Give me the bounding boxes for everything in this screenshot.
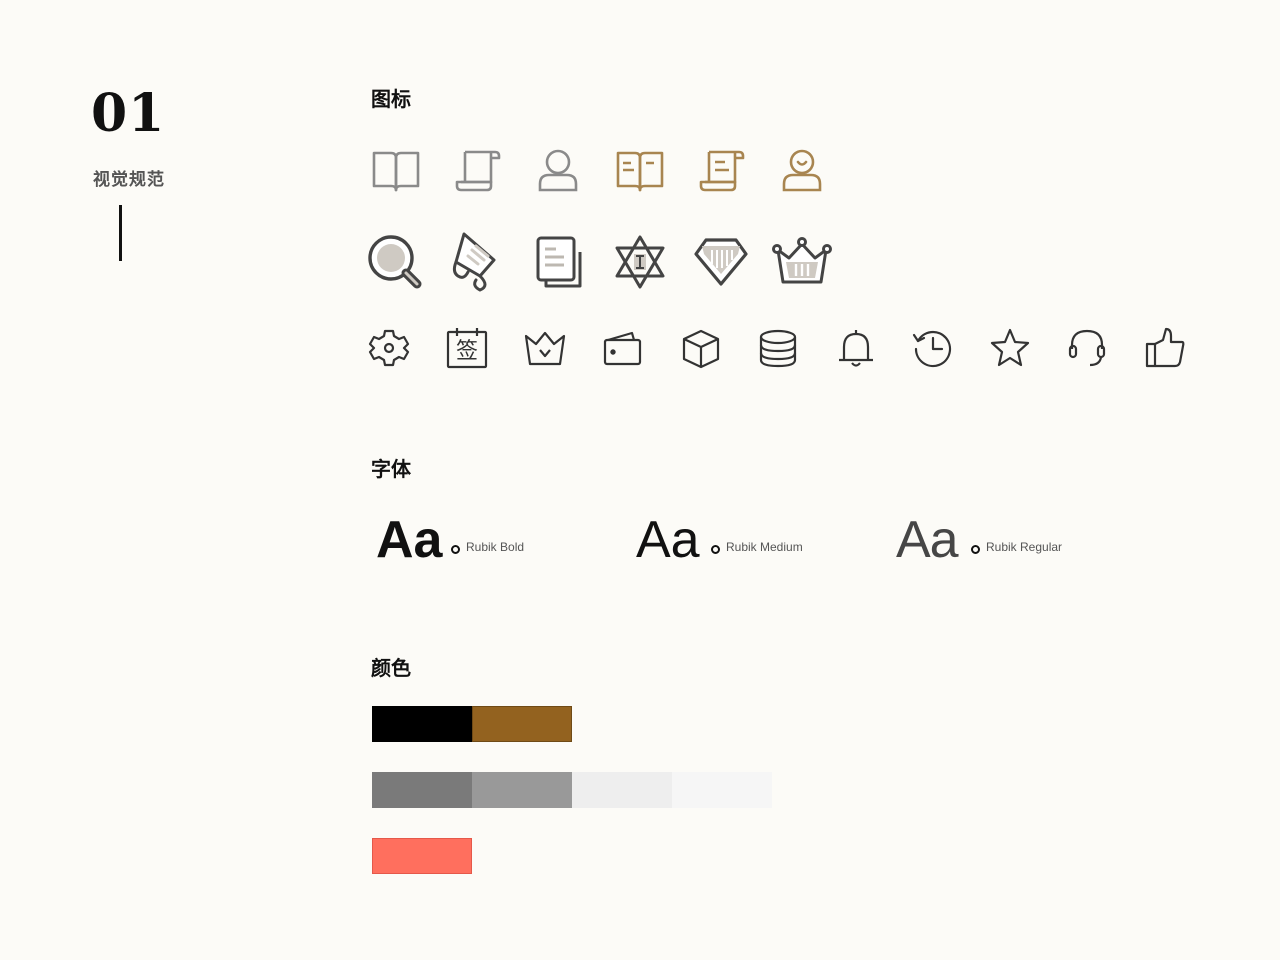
font-sample-bold-glyphs: Aa	[376, 511, 443, 569]
color-swatch-grays-0	[372, 772, 472, 808]
font-name-regular: Rubik Regular	[986, 540, 1063, 554]
font-name-medium: Rubik Medium	[726, 540, 803, 554]
calendar-sign-icon: 签	[446, 327, 488, 369]
color-swatch-grays-1	[472, 772, 572, 808]
history-icon	[912, 327, 954, 369]
font-name-bold: Rubik Bold	[466, 540, 525, 554]
star-of-david-icon	[612, 234, 668, 290]
font-bullet	[971, 545, 980, 554]
color-swatch-primary-1	[472, 706, 572, 742]
book-gold-icon	[615, 148, 665, 194]
scroll-gold-icon	[697, 148, 747, 194]
document-stack-icon	[534, 234, 584, 290]
user-outline-icon	[535, 148, 581, 194]
star-icon	[989, 327, 1031, 369]
user-gold-icon	[779, 148, 825, 194]
calendar-sign-glyph: 签	[456, 339, 478, 364]
search-icon	[367, 234, 423, 290]
font-sample-medium: Aa Rubik Medium	[636, 510, 856, 570]
font-bullet	[451, 545, 460, 554]
icons-heading: 图标	[371, 87, 411, 111]
headset-icon	[1066, 327, 1108, 369]
gear-icon	[368, 328, 410, 368]
section-number: 01	[91, 83, 166, 144]
crown-icon	[772, 236, 832, 288]
book-outline-icon	[371, 148, 421, 194]
section-subtitle: 视觉规范	[93, 170, 165, 190]
font-bullet	[711, 545, 720, 554]
font-sample-regular-glyphs: Aa	[896, 511, 959, 569]
color-swatch-grays-3	[672, 772, 772, 808]
thumbs-up-icon	[1144, 326, 1186, 368]
crown-line-icon	[524, 330, 566, 368]
wallet-icon	[602, 330, 644, 368]
color-swatch-primary-0	[372, 706, 472, 742]
colors-heading: 颜色	[371, 656, 411, 680]
section-divider	[119, 205, 122, 261]
scroll-outline-icon	[453, 148, 503, 194]
scroll-unrolled-icon	[450, 230, 506, 294]
font-sample-medium-glyphs: Aa	[636, 511, 700, 569]
color-swatch-accent-0	[372, 838, 472, 874]
font-sample-bold: Aa Rubik Bold	[376, 510, 596, 570]
font-sample-regular: Aa Rubik Regular	[896, 510, 1116, 570]
box-icon	[680, 328, 722, 370]
database-icon	[757, 328, 799, 370]
bell-icon	[835, 327, 877, 369]
color-swatch-grays-2	[572, 772, 672, 808]
fonts-heading: 字体	[371, 457, 411, 481]
diamond-icon	[692, 236, 750, 288]
